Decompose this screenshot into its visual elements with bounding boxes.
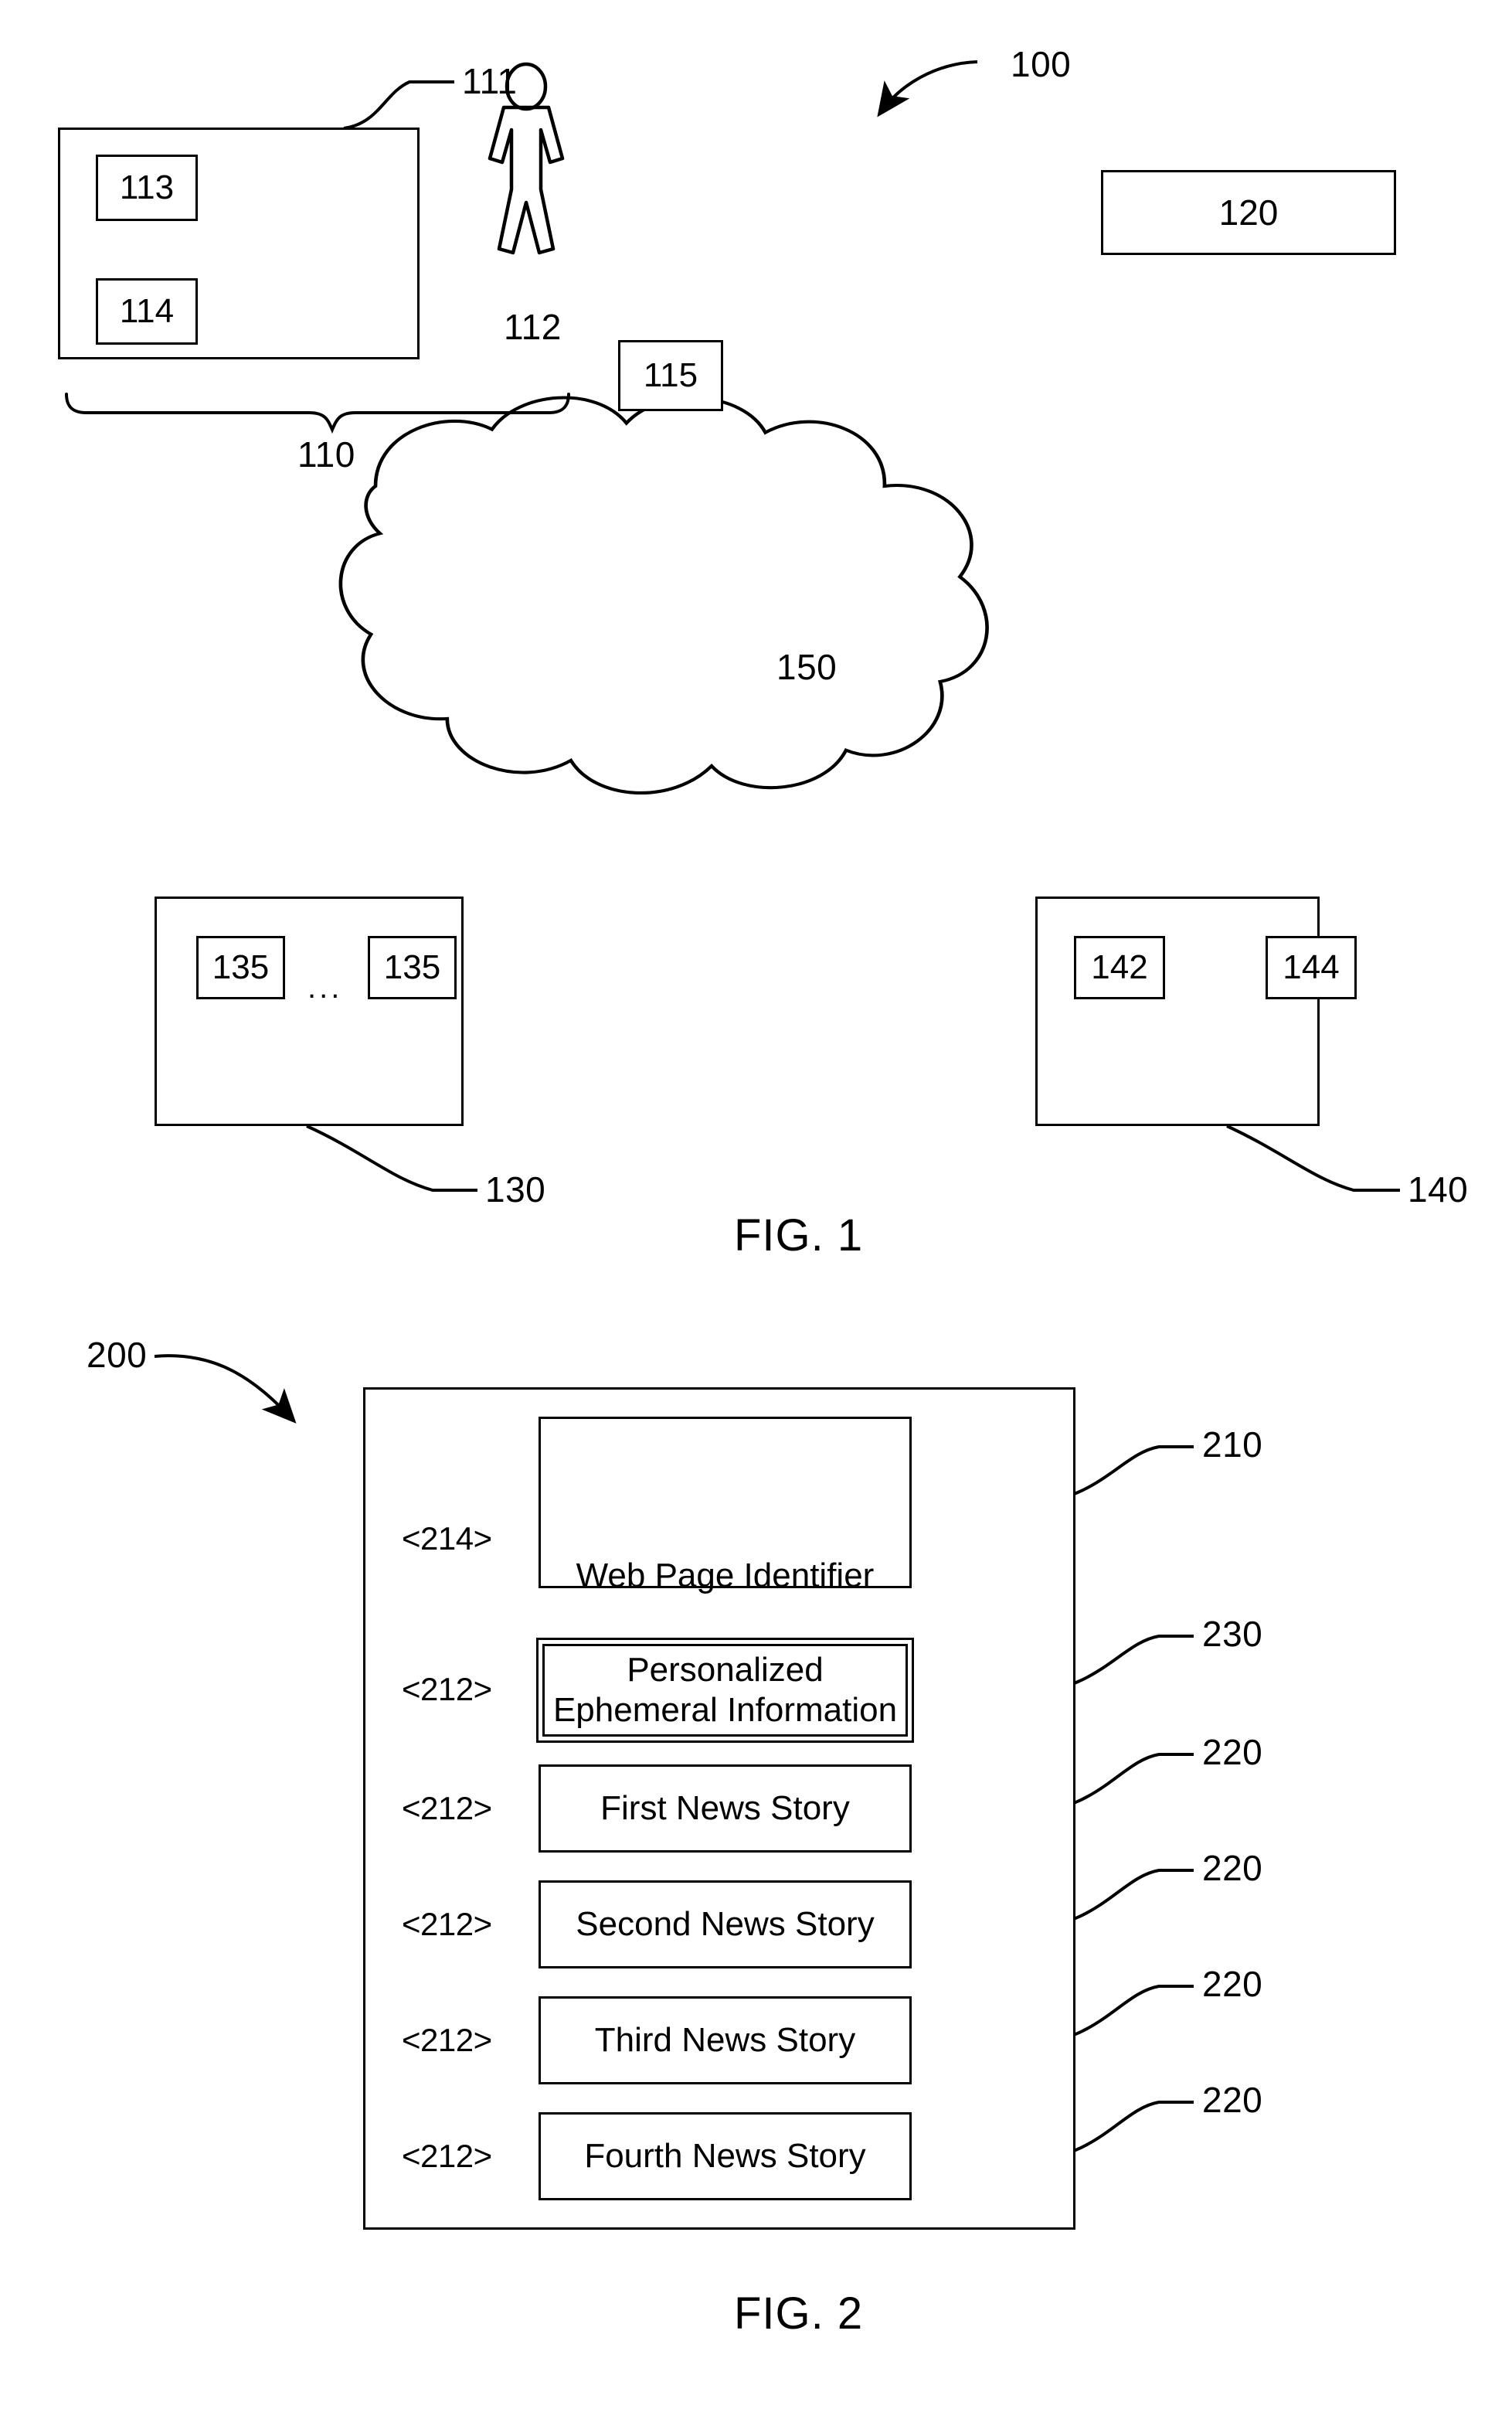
ref-numeral-220-4: 220	[1202, 2080, 1263, 2120]
ref-numeral-150: 150	[776, 647, 838, 687]
client-module-box-114: 114	[96, 278, 198, 345]
leader-arrow-100	[877, 60, 978, 117]
element-tag-214: <214>	[402, 1520, 492, 1557]
peripheral-box-115: 115	[618, 340, 723, 411]
ref-numeral-220-3: 220	[1202, 1964, 1263, 2004]
ref-numeral-130: 130	[485, 1169, 546, 1210]
content-items-ellipsis: ...	[307, 971, 343, 1005]
engine-module-box-144: 144	[1266, 936, 1357, 999]
leader-line-111	[343, 80, 454, 130]
content-row-box-230[interactable]: Personalized Ephemeral Information	[536, 1638, 914, 1743]
ref-numeral-210: 210	[1202, 1424, 1263, 1465]
client-module-box-113: 113	[96, 155, 198, 221]
ref-numeral-110: 110	[297, 434, 355, 475]
content-store-box-130	[155, 897, 464, 1126]
element-tag-212-row4: <212>	[402, 2022, 492, 2058]
ref-numeral-230: 230	[1202, 1614, 1263, 1654]
server-box-120: 120	[1101, 170, 1396, 255]
figure-caption-1: FIG. 1	[734, 1210, 864, 1261]
engine-box-140	[1035, 897, 1320, 1126]
content-row-box-220-2[interactable]: Second News Story	[539, 1880, 912, 1968]
content-item-box-135-a: 135	[196, 936, 285, 999]
ref-numeral-112: 112	[504, 307, 562, 347]
figure-caption-2: FIG. 2	[734, 2288, 864, 2339]
web-page-header-box-210[interactable]: Web Page Identifier	[539, 1417, 912, 1594]
ref-numeral-111: 111	[462, 61, 518, 101]
ref-numeral-220-2: 220	[1202, 1848, 1263, 1888]
content-item-box-135-b: 135	[368, 936, 457, 999]
element-tag-212-row1: <212>	[402, 1671, 492, 1707]
patent-drawing-sheet: 113 114 111 112 115 110 100 120 150 135 …	[0, 0, 1512, 2426]
engine-module-box-142: 142	[1074, 936, 1165, 999]
content-row-box-220-3[interactable]: Third News Story	[539, 1996, 912, 2084]
ref-numeral-200: 200	[87, 1335, 148, 1375]
element-tag-212-row3: <212>	[402, 1906, 492, 1942]
content-row-box-220-1[interactable]: First News Story	[539, 1764, 912, 1853]
ref-numeral-100: 100	[1011, 44, 1072, 84]
element-tag-212-row2: <212>	[402, 1790, 492, 1826]
ref-numeral-220-1: 220	[1202, 1732, 1263, 1772]
network-cloud-shape	[338, 396, 989, 794]
leader-arrow-200	[154, 1354, 297, 1424]
content-row-box-220-4[interactable]: Fourth News Story	[539, 2112, 912, 2200]
leader-line-140	[1226, 1125, 1400, 1192]
group-brace-110	[65, 393, 570, 434]
web-page-identifier-title: Web Page Identifier	[576, 1557, 875, 1594]
leader-line-130	[306, 1125, 477, 1192]
element-tag-212-row5: <212>	[402, 2138, 492, 2174]
rating-stars-placeholder[interactable]	[540, 1439, 911, 1540]
ref-numeral-140: 140	[1408, 1169, 1469, 1210]
